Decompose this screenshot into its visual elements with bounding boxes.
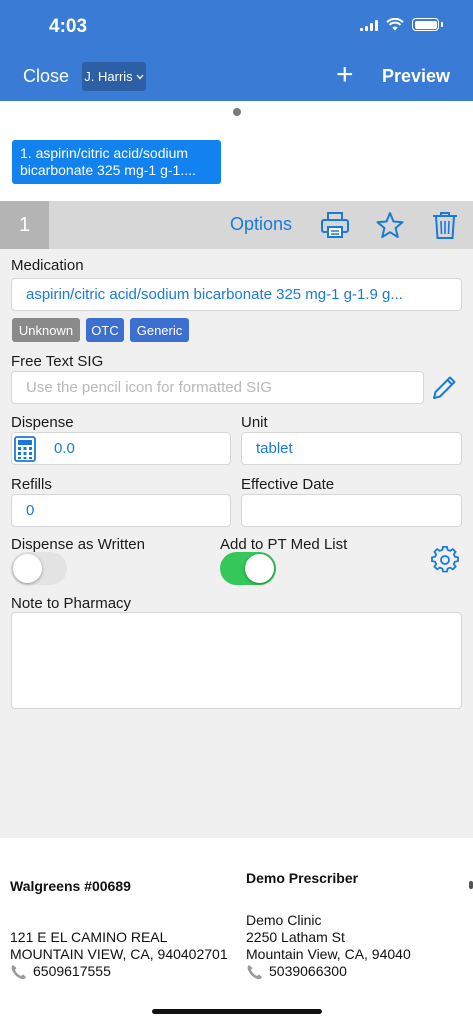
rx-number: 1 bbox=[0, 201, 49, 249]
options-button[interactable]: Options bbox=[230, 214, 292, 235]
medication-field[interactable]: aspirin/citric acid/sodium bicarbonate 3… bbox=[11, 278, 462, 311]
prescriber-address-line2: Mountain View, CA, 94040 bbox=[246, 946, 411, 962]
prescriber-address-line1: 2250 Latham St bbox=[246, 929, 345, 945]
prescription-form: 1 Options Medication aspirin/citric acid… bbox=[0, 201, 473, 838]
unit-field[interactable]: tablet bbox=[241, 432, 462, 465]
refills-field[interactable]: 0 bbox=[11, 494, 231, 527]
pharmacy-info: Walgreens #00689 121 E EL CAMINO REAL MO… bbox=[10, 878, 240, 980]
effective-date-label: Effective Date bbox=[241, 476, 335, 493]
phone-icon bbox=[247, 964, 262, 979]
close-button[interactable]: Close bbox=[23, 66, 69, 87]
daw-label: Dispense as Written bbox=[11, 536, 145, 553]
medication-chip[interactable]: 1. aspirin/citric acid/sodium bicarbonat… bbox=[12, 140, 221, 184]
page-indicator-dot bbox=[233, 108, 241, 116]
daw-toggle[interactable] bbox=[11, 552, 67, 585]
trash-icon[interactable] bbox=[431, 210, 459, 240]
pharmacy-phone: 6509617555 bbox=[33, 963, 111, 979]
status-time: 4:03 bbox=[49, 16, 88, 37]
status-icons bbox=[360, 18, 443, 31]
battery-tip bbox=[441, 22, 443, 27]
home-indicator[interactable] bbox=[152, 1009, 322, 1014]
phone-icon bbox=[11, 964, 26, 979]
prescriber-phone: 5039066300 bbox=[269, 963, 347, 979]
otc-badge: OTC bbox=[86, 318, 124, 342]
prescriber-clinic: Demo Clinic bbox=[246, 912, 322, 928]
printer-icon[interactable] bbox=[320, 210, 350, 240]
preview-button[interactable]: Preview bbox=[382, 66, 450, 87]
add-med-list-toggle-knob bbox=[245, 554, 274, 583]
wifi-icon bbox=[386, 18, 404, 31]
cellular-signal-icon bbox=[360, 19, 378, 31]
pharmacy-phone-row[interactable]: 6509617555 bbox=[10, 963, 240, 980]
scroll-edge-indicator bbox=[469, 881, 473, 889]
nav-bar: 4:03 Close J. Harris + Preview bbox=[0, 0, 473, 101]
sig-input[interactable]: Use the pencil icon for formatted SIG bbox=[11, 371, 424, 404]
sig-label: Free Text SIG bbox=[11, 353, 104, 370]
pharmacy-address-line1: 121 E EL CAMINO REAL bbox=[10, 929, 168, 945]
pharmacy-address-line2: MOUNTAIN VIEW, CA, 940402701 bbox=[10, 946, 228, 962]
pharmacy-name: Walgreens #00689 bbox=[10, 878, 131, 894]
unit-label: Unit bbox=[241, 414, 268, 431]
add-med-list-label: Add to PT Med List bbox=[220, 536, 348, 553]
note-to-pharmacy-input[interactable] bbox=[11, 612, 462, 709]
user-select-label: J. Harris bbox=[84, 69, 133, 84]
daw-toggle-knob bbox=[13, 554, 42, 583]
chevron-down-icon bbox=[136, 74, 144, 79]
user-select[interactable]: J. Harris bbox=[82, 62, 146, 91]
note-label: Note to Pharmacy bbox=[11, 595, 132, 612]
prescriber-phone-row[interactable]: 5039066300 bbox=[246, 963, 466, 980]
refills-label: Refills bbox=[11, 476, 52, 493]
rx-header: 1 Options bbox=[0, 201, 473, 249]
dispense-label: Dispense bbox=[11, 414, 74, 431]
dispense-field[interactable]: 0.0 bbox=[11, 432, 231, 465]
add-med-list-toggle[interactable] bbox=[220, 552, 276, 585]
prescriber-info: Demo Prescriber Demo Clinic 2250 Latham … bbox=[246, 870, 466, 980]
gear-icon[interactable] bbox=[431, 546, 459, 574]
effective-date-field[interactable] bbox=[241, 494, 462, 527]
generic-badge: Generic bbox=[130, 318, 189, 342]
star-icon[interactable] bbox=[375, 210, 405, 240]
unknown-badge: Unknown bbox=[12, 318, 80, 342]
pencil-icon[interactable] bbox=[430, 373, 459, 402]
prescriber-name: Demo Prescriber bbox=[246, 870, 359, 886]
medication-label: Medication bbox=[11, 257, 84, 274]
add-button[interactable]: + bbox=[336, 60, 354, 90]
battery-icon bbox=[412, 18, 439, 31]
calculator-icon[interactable] bbox=[14, 436, 36, 462]
